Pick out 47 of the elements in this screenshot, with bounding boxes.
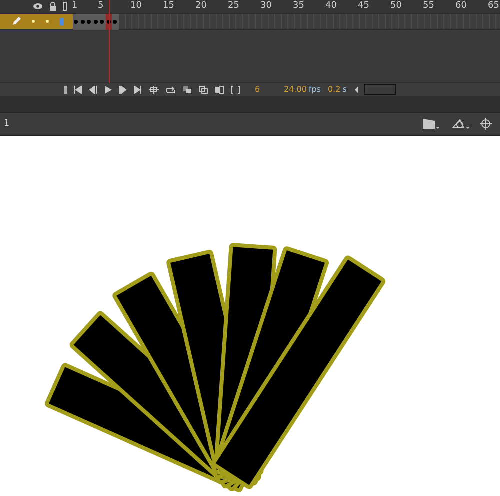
outline-icon[interactable] <box>63 2 67 11</box>
frame-number: 1 <box>72 1 78 11</box>
step-back-icon[interactable] <box>89 86 97 94</box>
crosshair-icon[interactable] <box>480 118 492 130</box>
frame-number: 30 <box>260 1 272 11</box>
dot-icon <box>46 20 49 24</box>
keyframe[interactable] <box>73 14 80 30</box>
last-frame-icon[interactable] <box>134 86 142 94</box>
layer-header[interactable] <box>0 14 73 30</box>
frame-number: 25 <box>228 1 240 11</box>
onion-skin-icon[interactable] <box>183 86 192 94</box>
eye-icon[interactable] <box>33 2 43 10</box>
frame-rate-unit: fps <box>308 85 321 94</box>
frame-number: 60 <box>456 1 467 11</box>
frame-number: 55 <box>423 1 434 11</box>
frame-number: 20 <box>196 1 207 11</box>
center-frame-icon[interactable] <box>149 86 159 94</box>
elapsed-time-unit: s <box>342 85 347 94</box>
edit-frames-icon[interactable] <box>215 86 224 94</box>
keyframe[interactable] <box>112 14 118 30</box>
frame-number: 10 <box>130 1 142 11</box>
onion-outline-icon[interactable] <box>199 86 208 94</box>
frame-number: 50 <box>390 1 402 11</box>
first-frame-icon[interactable] <box>74 86 82 94</box>
dot-icon <box>32 20 35 24</box>
scroll-left-icon[interactable] <box>354 86 359 94</box>
outline-color-icon <box>60 18 64 26</box>
scene-label: 1 <box>4 118 11 129</box>
elapsed-time[interactable]: 0.2 <box>328 85 341 94</box>
handle-icon <box>64 86 67 94</box>
loop-icon[interactable] <box>166 86 176 94</box>
frame-number: 35 <box>293 1 304 11</box>
keyframe[interactable] <box>99 14 106 30</box>
frame-number: 65 <box>488 1 500 11</box>
frame-rate[interactable]: 24.00 <box>284 85 307 94</box>
scroll-thumb[interactable] <box>364 84 396 95</box>
play-icon[interactable] <box>104 86 112 94</box>
markers-icon[interactable] <box>231 86 240 94</box>
current-frame[interactable]: 6 <box>255 85 277 94</box>
pencil-icon <box>12 17 21 26</box>
step-forward-icon[interactable] <box>119 86 127 94</box>
frame-number: 40 <box>326 1 337 11</box>
frame-number: 5 <box>98 1 104 11</box>
frame-number: 45 <box>358 1 370 11</box>
lock-icon[interactable] <box>49 2 57 11</box>
frame-number: 15 <box>163 1 174 11</box>
shapes-icon[interactable] <box>452 118 470 130</box>
